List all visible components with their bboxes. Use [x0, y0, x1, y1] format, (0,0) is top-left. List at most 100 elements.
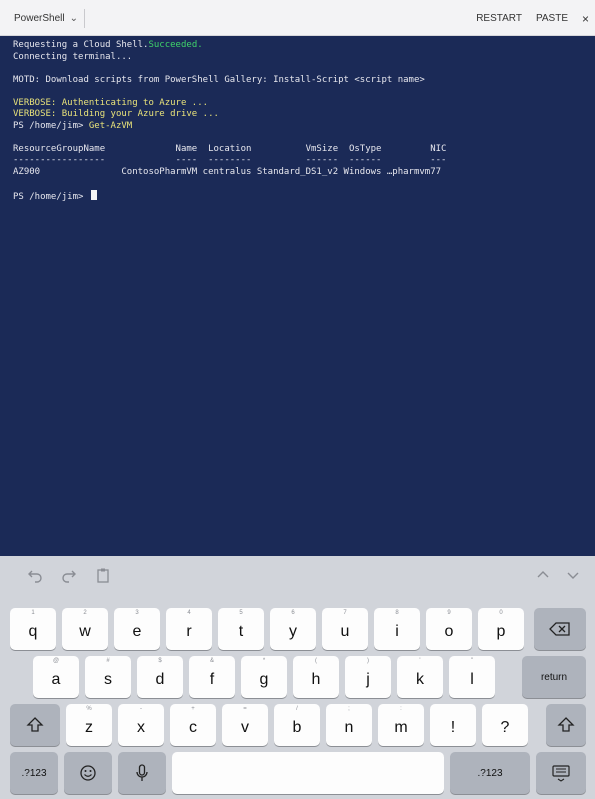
key-secondary-label: " [470, 658, 474, 664]
terminal-line: Connecting terminal... [13, 51, 133, 62]
terminal-prompt: PS /home/jim> [13, 189, 595, 202]
terminal-cursor [90, 189, 97, 200]
shift-key-right[interactable] [546, 704, 586, 746]
dismiss-keyboard-key[interactable] [536, 752, 586, 794]
shell-type-dropdown[interactable]: PowerShell ⌄ [8, 9, 85, 28]
terminal-line: Requesting a Cloud Shell.Succeeded. [13, 40, 203, 50]
key-label: r [186, 623, 192, 640]
key-label: a [51, 671, 61, 688]
key-label: ! [450, 719, 456, 736]
key-label: b [292, 719, 302, 736]
key-i[interactable]: 8i [374, 608, 420, 650]
numbers-key-left[interactable]: .?123 [10, 752, 58, 794]
key-exclamation[interactable]: ! [430, 704, 476, 746]
restart-button[interactable]: RESTART [476, 13, 522, 24]
terminal-output[interactable]: Requesting a Cloud Shell.Succeeded. Conn… [0, 36, 595, 556]
key-m[interactable]: :m [378, 704, 424, 746]
key-label: d [155, 671, 165, 688]
key-x[interactable]: -x [118, 704, 164, 746]
close-icon[interactable]: × [582, 12, 589, 26]
key-secondary-label: 9 [447, 610, 451, 616]
key-secondary-label: ) [367, 658, 369, 664]
shell-type-label: PowerShell [14, 13, 65, 24]
key-label: s [104, 671, 112, 688]
backspace-key[interactable] [534, 608, 586, 650]
redo-icon[interactable] [58, 564, 80, 586]
key-label: i [395, 623, 399, 640]
key-label: e [132, 623, 142, 640]
key-secondary-label: 0 [499, 610, 503, 616]
chevron-down-icon: ⌄ [69, 13, 78, 24]
key-secondary-label: - [140, 706, 142, 712]
key-label: v [241, 719, 249, 736]
table-rule: ----------------- ---- -------- ------ -… [13, 155, 447, 165]
key-j[interactable]: ) j [345, 656, 391, 698]
key-secondary-label: # [106, 658, 110, 664]
key-v[interactable]: = v [222, 704, 268, 746]
clipboard-icon[interactable] [92, 564, 114, 586]
key-d[interactable]: $ d [137, 656, 183, 698]
key-g[interactable]: * g [241, 656, 287, 698]
key-secondary-label: ; [348, 706, 350, 712]
key-secondary-label: 7 [343, 610, 347, 616]
key-k[interactable]: ' k [397, 656, 443, 698]
paste-button[interactable]: PASTE [536, 13, 568, 24]
key-f[interactable]: & f [189, 656, 235, 698]
key-label: j [366, 671, 370, 688]
key-u[interactable]: 7u [322, 608, 368, 650]
key-q[interactable]: 1q [10, 608, 56, 650]
table-row: AZ900 ContosoPharmVM centralus Standard_… [13, 166, 442, 177]
key-b[interactable]: / b [274, 704, 320, 746]
key-label: l [470, 671, 474, 688]
key-h[interactable]: (h [293, 656, 339, 698]
emoji-key[interactable] [64, 752, 112, 794]
key-secondary-label: ' [419, 658, 421, 664]
key-secondary-label: : [400, 706, 402, 712]
keyboard-dismiss-icon [552, 765, 570, 782]
key-label: w [79, 623, 91, 640]
key-secondary-label: 4 [187, 610, 191, 616]
key-p[interactable]: 0p [478, 608, 524, 650]
chevron-up-icon[interactable] [532, 564, 554, 586]
key-e[interactable]: 3e [114, 608, 160, 650]
return-key[interactable]: return [522, 656, 586, 698]
key-secondary-label: @ [52, 658, 60, 664]
table-header: ResourceGroupName Name Location VmSize O… [13, 143, 447, 154]
terminal-line: VERBOSE: Authenticating to Azure ... [13, 97, 209, 108]
undo-icon[interactable] [24, 564, 46, 586]
key-y[interactable]: 6y [270, 608, 316, 650]
key-c[interactable]: + c [170, 704, 216, 746]
cloud-shell-toolbar: PowerShell ⌄ RESTART PASTE × [0, 0, 595, 36]
key-s[interactable]: # s [85, 656, 131, 698]
key-o[interactable]: 9o [426, 608, 472, 650]
key-secondary-label: 8 [395, 610, 399, 616]
dictation-key[interactable] [118, 752, 166, 794]
key-r[interactable]: 4r [166, 608, 212, 650]
key-secondary-label: $ [158, 658, 162, 664]
microphone-icon [136, 764, 148, 781]
key-l[interactable]: " l [449, 656, 495, 698]
key-t[interactable]: 5t [218, 608, 264, 650]
key-w[interactable]: 2w [62, 608, 108, 650]
shift-key-left[interactable] [10, 704, 60, 746]
key-label: k [416, 671, 424, 688]
key-secondary-label: / [296, 706, 298, 712]
keyboard-toolbar [0, 556, 595, 596]
key-secondary-label: 6 [291, 610, 295, 616]
key-secondary-label: 5 [239, 610, 243, 616]
key-question[interactable]: ? [482, 704, 528, 746]
key-a[interactable]: @ a [33, 656, 79, 698]
chevron-down-icon[interactable] [562, 564, 584, 586]
key-secondary-label: 2 [83, 610, 87, 616]
space-bar[interactable] [172, 752, 444, 794]
key-z[interactable]: % z [66, 704, 112, 746]
key-label: n [344, 719, 354, 736]
terminal-line: VERBOSE: Building your Azure drive ... [13, 109, 219, 119]
key-label: h [311, 671, 321, 688]
key-secondary-label: = [243, 706, 247, 712]
key-secondary-label: * [262, 658, 266, 664]
key-label: ? [500, 719, 510, 736]
key-n[interactable]: ; n [326, 704, 372, 746]
numbers-key-right[interactable]: .?123 [450, 752, 530, 794]
on-screen-keyboard: 1q2w3e4r5t6y7u8i9o0p @ a # s $ d & f * g(h) j ' k " l … [0, 556, 595, 799]
